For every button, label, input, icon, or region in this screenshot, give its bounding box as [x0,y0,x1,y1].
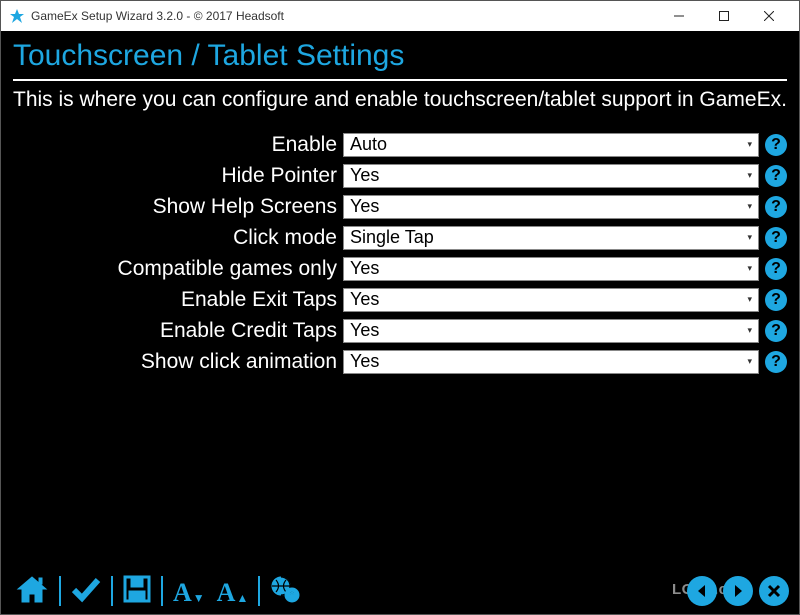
settings-form: Enable Auto ▾ ? Hide Pointer Yes ▾ ? Sho… [13,131,787,375]
compatible-games-only-select[interactable]: Yes ▾ [343,257,759,281]
field-click-mode: Click mode Single Tap ▾ ? [13,224,787,251]
toolbar-separator [161,576,163,606]
field-label: Enable Credit Taps [13,319,343,343]
page-description: This is where you can configure and enab… [13,87,787,113]
field-label: Show Help Screens [13,195,343,219]
field-enable-credit-taps: Enable Credit Taps Yes ▾ ? [13,317,787,344]
back-button[interactable] [687,576,717,606]
field-show-help-screens: Show Help Screens Yes ▾ ? [13,193,787,220]
help-icon[interactable]: ? [765,351,787,373]
help-icon[interactable]: ? [765,165,787,187]
enable-credit-taps-select[interactable]: Yes ▾ [343,319,759,343]
click-mode-select[interactable]: Single Tap ▾ [343,226,759,250]
hide-pointer-select[interactable]: Yes ▾ [343,164,759,188]
show-help-screens-select[interactable]: Yes ▾ [343,195,759,219]
chevron-down-icon: ▾ [743,170,752,181]
field-compatible-games-only: Compatible games only Yes ▾ ? [13,255,787,282]
chevron-down-icon: ▾ [743,263,752,274]
toolbar-separator [59,576,61,606]
window-title: GameEx Setup Wizard 3.2.0 - © 2017 Heads… [31,9,284,23]
field-label: Enable [13,133,343,157]
titlebar: GameEx Setup Wizard 3.2.0 - © 2017 Heads… [1,1,799,31]
field-hide-pointer: Hide Pointer Yes ▾ ? [13,162,787,189]
nav-controls [687,576,789,606]
chevron-down-icon: ▾ [743,201,752,212]
app-icon [9,8,25,24]
help-icon[interactable]: ? [765,134,787,156]
enable-exit-taps-select[interactable]: Yes ▾ [343,288,759,312]
exit-button[interactable] [759,576,789,606]
forward-button[interactable] [723,576,753,606]
field-label: Enable Exit Taps [13,288,343,312]
chevron-down-icon: ▾ [743,356,752,367]
close-button[interactable] [746,2,791,30]
field-enable-exit-taps: Enable Exit Taps Yes ▾ ? [13,286,787,313]
help-icon[interactable]: ? [765,320,787,342]
home-button[interactable] [11,572,53,606]
toolbar-separator [258,576,260,606]
svg-text:*: * [290,588,295,602]
enable-select[interactable]: Auto ▾ [343,133,759,157]
chevron-down-icon: ▾ [743,232,752,243]
chevron-down-icon: ▾ [743,294,752,305]
app-window: GameEx Setup Wizard 3.2.0 - © 2017 Heads… [0,0,800,615]
field-label: Compatible games only [13,257,343,281]
maximize-button[interactable] [701,2,746,30]
save-button[interactable] [119,572,155,606]
font-decrease-button[interactable]: A▼ [169,572,209,606]
help-icon[interactable]: ? [765,227,787,249]
title-divider [13,79,787,81]
chevron-down-icon: ▾ [743,325,752,336]
field-show-click-animation: Show click animation Yes ▾ ? [13,348,787,375]
bottom-toolbar: A▼ A▲ * [11,572,304,606]
language-button[interactable]: * [266,572,304,606]
field-label: Click mode [13,226,343,250]
help-icon[interactable]: ? [765,196,787,218]
minimize-button[interactable] [656,2,701,30]
help-icon[interactable]: ? [765,258,787,280]
show-click-animation-select[interactable]: Yes ▾ [343,350,759,374]
content-area: Touchscreen / Tablet Settings This is wh… [1,31,799,614]
toolbar-separator [111,576,113,606]
apply-button[interactable] [67,572,105,606]
field-enable: Enable Auto ▾ ? [13,131,787,158]
font-increase-button[interactable]: A▲ [213,572,253,606]
field-label: Show click animation [13,350,343,374]
page-title: Touchscreen / Tablet Settings [13,37,787,77]
field-label: Hide Pointer [13,164,343,188]
chevron-down-icon: ▾ [743,139,752,150]
help-icon[interactable]: ? [765,289,787,311]
